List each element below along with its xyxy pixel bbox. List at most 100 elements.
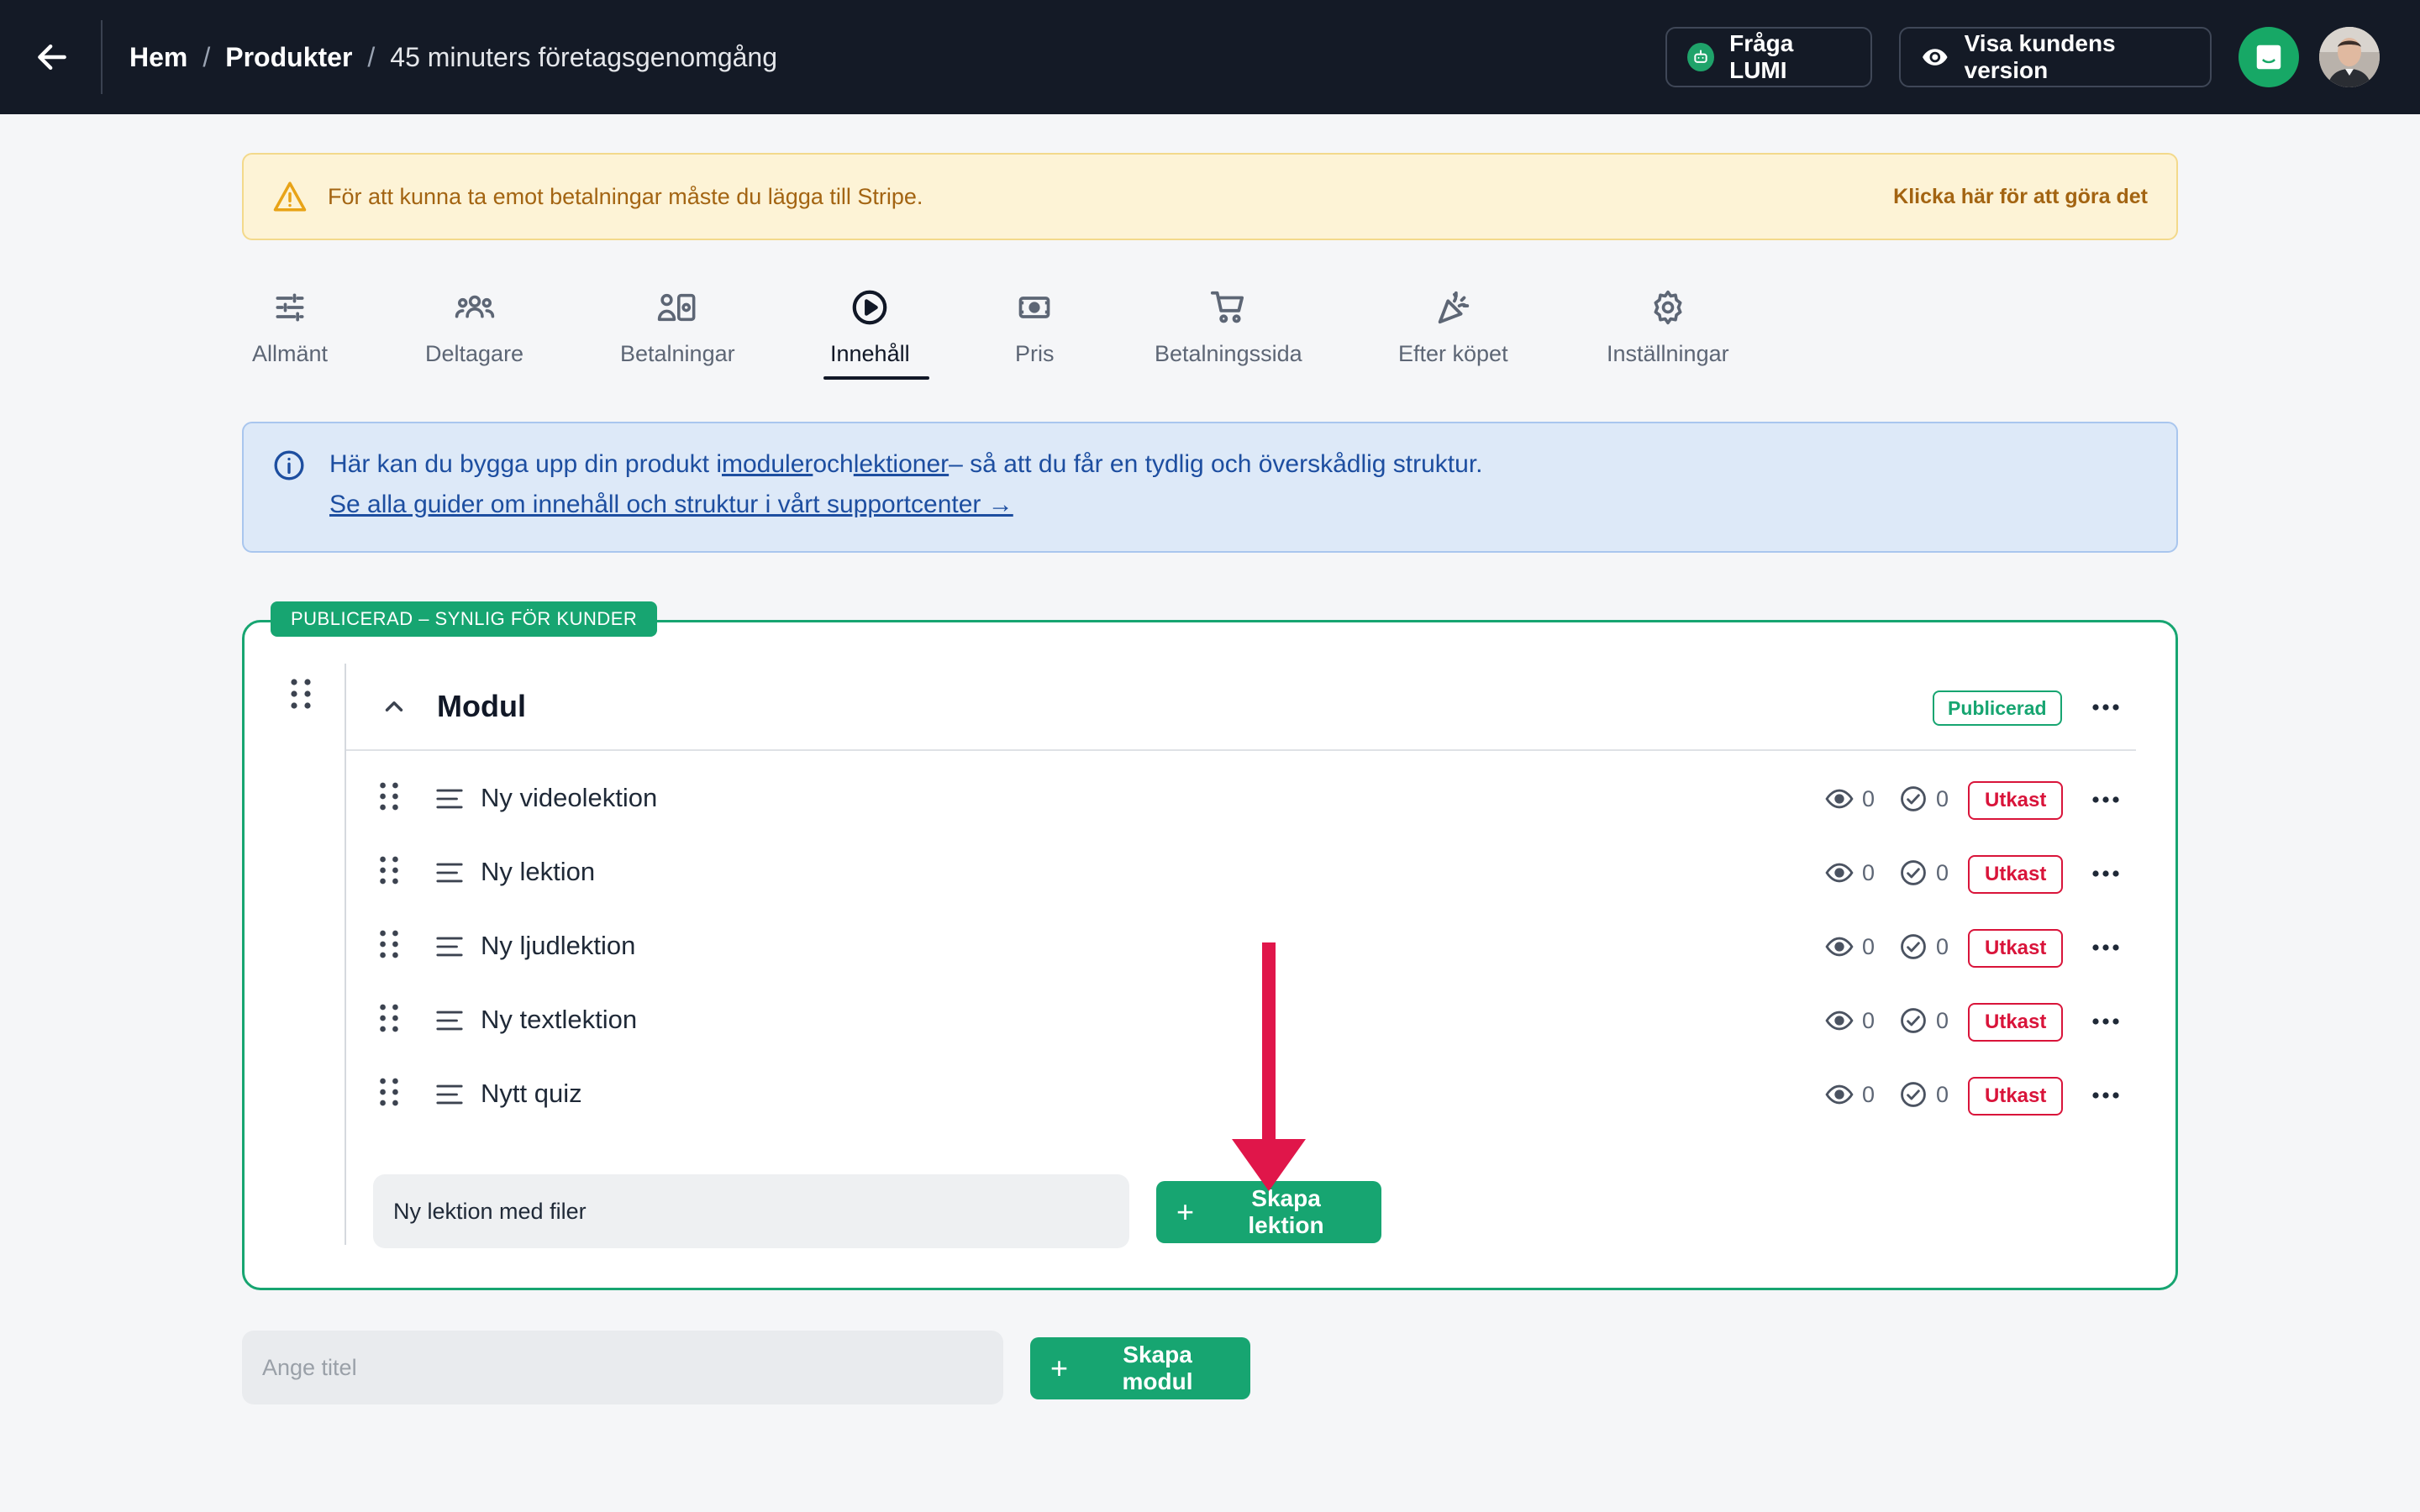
tab-label: Efter köpet: [1398, 341, 1508, 366]
lesson-row[interactable]: Ny lektion 0 0 Utkast: [346, 837, 2136, 911]
check-circle-icon: [1901, 934, 1926, 959]
new-lesson-title-input[interactable]: [373, 1174, 1129, 1248]
text-lines-icon: [436, 937, 463, 957]
lessons-link[interactable]: lektioner: [854, 450, 949, 478]
create-module-button[interactable]: + Skapa modul: [1030, 1337, 1250, 1399]
lesson-more-button[interactable]: [2089, 783, 2123, 816]
lesson-status-badge: Utkast: [1968, 1077, 2064, 1116]
more-horizontal-icon: [2092, 1018, 2119, 1025]
completed-count: 0: [1936, 785, 1949, 811]
breadcrumb-home[interactable]: Hem: [129, 42, 187, 73]
views-count: 0: [1862, 933, 1876, 959]
lesson-more-button[interactable]: [2089, 1079, 2123, 1112]
views-count: 0: [1862, 1007, 1876, 1033]
tab-price[interactable]: Pris: [1015, 286, 1055, 378]
lesson-drag-handle[interactable]: [378, 853, 400, 891]
lesson-drag-handle[interactable]: [378, 780, 400, 817]
ask-lumi-label: Fråga LUMI: [1729, 30, 1794, 83]
lesson-completions: 0: [1899, 785, 1949, 813]
tab-label: Pris: [1015, 341, 1055, 366]
lesson-title[interactable]: Nytt quiz: [481, 1079, 582, 1109]
eye-icon: [1825, 1011, 1854, 1031]
more-horizontal-icon: [2092, 704, 2119, 711]
lesson-drag-handle[interactable]: [378, 927, 400, 965]
tab-after-purchase[interactable]: Efter köpet: [1398, 286, 1508, 378]
module-title[interactable]: Modul: [437, 689, 526, 724]
lesson-title[interactable]: Ny ljudlektion: [481, 931, 635, 961]
views-count: 0: [1862, 859, 1876, 885]
support-guides-link[interactable]: Se alla guider om innehåll och struktur …: [329, 491, 1013, 519]
lesson-status-badge: Utkast: [1968, 929, 2064, 968]
lesson-completions: 0: [1899, 1006, 1949, 1035]
drag-handle-icon: [380, 782, 398, 811]
lesson-views: 0: [1825, 858, 1875, 887]
collapse-module-button[interactable]: [380, 692, 408, 725]
text-lines-icon: [436, 863, 463, 883]
tab-general[interactable]: Allmänt: [252, 286, 328, 378]
module-status-badge: Publicerad: [1933, 690, 2062, 726]
breadcrumb: Hem / Produkter / 45 minuters företagsge…: [129, 37, 777, 77]
drag-handle-icon: [380, 856, 398, 885]
tab-settings[interactable]: Inställningar: [1607, 286, 1729, 378]
lesson-row[interactable]: Ny videolektion 0 0 Utkast: [346, 763, 2136, 837]
customer-view-button[interactable]: Visa kundens version: [1899, 27, 2212, 87]
stripe-warning-banner: För att kunna ta emot betalningar måste …: [242, 153, 2178, 240]
lesson-title[interactable]: Ny lektion: [481, 857, 595, 887]
tab-checkout-page[interactable]: Betalningssida: [1155, 286, 1302, 378]
lesson-title[interactable]: Ny videolektion: [481, 783, 657, 813]
new-module-title-input[interactable]: [242, 1331, 1003, 1404]
lesson-status-badge: Utkast: [1968, 781, 2064, 820]
top-bar: Hem / Produkter / 45 minuters företagsge…: [0, 0, 2420, 114]
tab-label: Betalningar: [620, 341, 735, 366]
lesson-drag-handle[interactable]: [378, 1001, 400, 1039]
lesson-drag-handle[interactable]: [378, 1075, 400, 1113]
content-info-banner: Här kan du bygga upp din produkt imodule…: [242, 422, 2178, 553]
ask-lumi-button[interactable]: Fråga LUMI: [1665, 27, 1872, 87]
lesson-completions: 0: [1899, 858, 1949, 887]
users-icon: [455, 295, 494, 318]
lesson-more-button[interactable]: [2089, 857, 2123, 890]
tab-payments[interactable]: Betalningar: [620, 286, 735, 378]
sliders-icon: [276, 293, 304, 322]
views-count: 0: [1862, 785, 1876, 811]
arrow-left-icon: [38, 44, 66, 71]
chat-icon: [2256, 45, 2281, 70]
module-header-divider: [346, 749, 2136, 751]
text-lines-icon: [436, 1011, 463, 1031]
eye-icon: [1825, 789, 1854, 809]
tab-label: Deltagare: [425, 341, 524, 366]
lumi-icon: [1687, 43, 1715, 71]
tab-participants[interactable]: Deltagare: [425, 286, 523, 378]
more-horizontal-icon: [2092, 870, 2119, 877]
info-text: Här kan du bygga upp din produkt imodule…: [329, 450, 1483, 479]
lesson-title[interactable]: Ny textlektion: [481, 1005, 637, 1035]
lesson-status-badge: Utkast: [1968, 1003, 2064, 1042]
completed-count: 0: [1936, 859, 1949, 885]
tab-content[interactable]: Innehåll: [830, 286, 910, 378]
modules-link[interactable]: moduler: [722, 450, 813, 478]
module-drag-handle[interactable]: [289, 677, 313, 715]
lesson-status-badge: Utkast: [1968, 855, 2064, 894]
lesson-views: 0: [1825, 932, 1875, 961]
add-stripe-link[interactable]: Klicka här för att göra det: [1893, 185, 2148, 209]
breadcrumb-separator: /: [203, 41, 211, 72]
user-photo-icon: [2319, 27, 2380, 87]
active-tab-indicator: [823, 376, 929, 380]
annotation-arrow-down-icon: [1232, 942, 1306, 1191]
chat-button[interactable]: [2238, 27, 2299, 87]
more-horizontal-icon: [2092, 796, 2119, 803]
lesson-more-button[interactable]: [2089, 1005, 2123, 1038]
avatar[interactable]: [2319, 27, 2380, 87]
lesson-more-button[interactable]: [2089, 931, 2123, 964]
breadcrumb-current: 45 minuters företagsgenomgång: [390, 41, 778, 72]
breadcrumb-products[interactable]: Produkter: [225, 42, 352, 73]
warning-text: För att kunna ta emot betalningar måste …: [328, 183, 923, 209]
back-button[interactable]: [30, 35, 74, 79]
module-more-button[interactable]: [2089, 690, 2123, 724]
lesson-completions: 0: [1899, 932, 1949, 961]
lesson-views: 0: [1825, 1006, 1875, 1035]
plus-icon: +: [1176, 1194, 1195, 1229]
module-header: Modul Publicerad: [346, 664, 2136, 751]
drag-handle-icon: [380, 930, 398, 958]
tab-label: Inställningar: [1607, 341, 1729, 366]
